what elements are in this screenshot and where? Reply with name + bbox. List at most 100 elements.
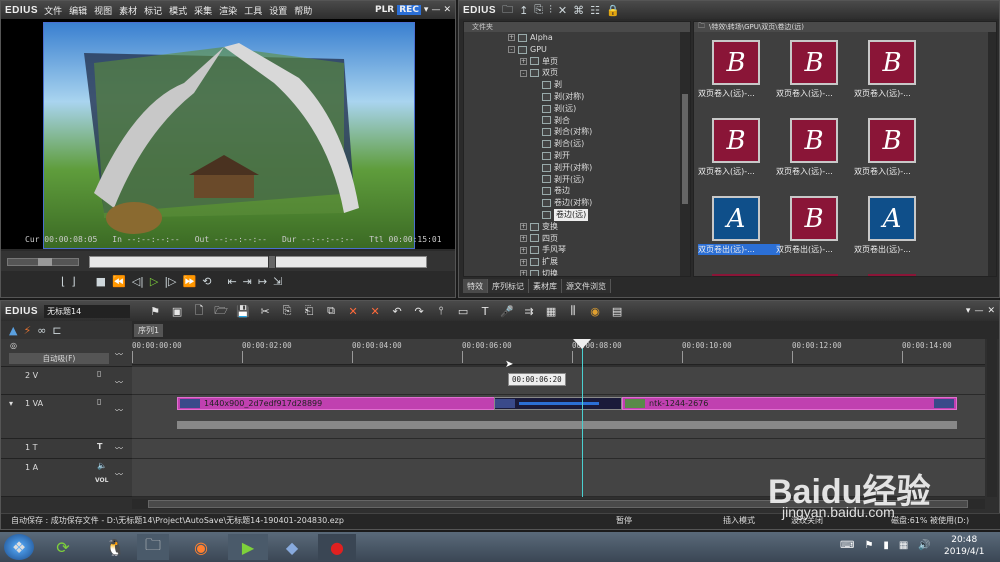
mixer-icon[interactable]: ⫼ (564, 303, 582, 319)
effect-label[interactable]: 双页卷入(远)-... (698, 88, 780, 99)
minimize-icon[interactable]: — (431, 5, 440, 15)
mic-icon[interactable]: 🎤 (498, 303, 516, 319)
tree-item[interactable]: 卷边 (508, 185, 690, 197)
effect-label[interactable]: 双页卷入(远)-... (776, 166, 858, 177)
replace-icon[interactable]: ⧉ (322, 303, 340, 319)
effect-thumbnail-partial[interactable] (868, 274, 916, 276)
rewind-icon[interactable]: ⏪ (112, 275, 126, 288)
up-icon[interactable]: ↥ (519, 4, 528, 17)
edius-icon[interactable]: ▶ (228, 534, 268, 560)
track-body-1va[interactable]: 1440x900_2d7edf917d28899 ntk-1244-2676 (132, 395, 985, 439)
folder-icon[interactable]: 🗀 (502, 1, 513, 20)
tree-item[interactable]: 剥合(对称) (508, 126, 690, 138)
playhead[interactable] (582, 339, 583, 497)
qq-icon[interactable]: 🐧 (100, 534, 130, 560)
insert-to-timeline-icon[interactable]: ⇤ (227, 275, 236, 288)
vol-label[interactable]: VOL (95, 477, 108, 484)
mode-select[interactable]: 自动吸(F) (9, 353, 109, 364)
edius-helper-icon[interactable]: ◆ (274, 534, 310, 560)
expand-icon[interactable]: + (520, 234, 527, 242)
tree-item[interactable]: 卷边(对称) (508, 197, 690, 209)
open-project-icon[interactable]: 🗁 (212, 303, 230, 319)
clock[interactable]: 20:48 2019/4/1 (944, 534, 984, 558)
video-clip-1[interactable]: 1440x900_2d7edf917d28899 (177, 397, 517, 410)
menu-item[interactable]: 视图 (94, 4, 112, 17)
record-icon[interactable]: ● (318, 534, 356, 560)
tree-item[interactable]: - 双页 (508, 67, 690, 79)
tl-close-icon[interactable]: ✕ (987, 306, 995, 316)
export-menu-icon[interactable]: ▤ (608, 303, 626, 319)
new-project-icon[interactable]: 🗋 (190, 303, 208, 319)
tree-item[interactable]: + 四页 (508, 233, 690, 245)
menu-item[interactable]: 渲染 (219, 4, 237, 17)
menu-item[interactable]: 文件 (44, 4, 62, 17)
step-back-icon[interactable]: ◁| (132, 275, 144, 288)
start-button-icon[interactable]: ❖ (4, 534, 34, 560)
audio-subtrack[interactable] (177, 421, 957, 429)
volume-icon[interactable]: 🔊 (918, 540, 930, 551)
expand-icon[interactable]: + (520, 57, 527, 65)
new-folder-toolbar-icon[interactable]: ▣ (168, 303, 186, 319)
title-icon[interactable]: T (476, 303, 494, 319)
rec-label[interactable]: REC (397, 5, 421, 15)
view-icon[interactable]: ☷ (590, 4, 600, 17)
effect-thumbnail[interactable]: B (868, 40, 916, 85)
delete-clip-icon[interactable]: ✕ (344, 303, 362, 319)
copy-icon[interactable]: ⎘ (278, 303, 296, 319)
transition-icon[interactable]: ▭ (454, 303, 472, 319)
tl-minimize-icon[interactable]: — (974, 306, 983, 316)
track-video-icon-1va[interactable]: ▯ (97, 397, 101, 406)
effect-thumbnail[interactable]: B (790, 40, 838, 85)
keyboard-icon[interactable]: ⌨ (840, 540, 854, 551)
menu-item[interactable]: 采集 (194, 4, 212, 17)
close-icon[interactable]: ✕ (443, 5, 451, 15)
tree-item[interactable]: 剥合 (508, 115, 690, 127)
tree-item[interactable]: + 切换 (508, 268, 690, 276)
menu-item[interactable]: 编辑 (69, 4, 87, 17)
library-tab[interactable]: 序列标记 (488, 279, 529, 293)
effect-thumbnail[interactable]: B (790, 196, 838, 241)
menu-item[interactable]: 设置 (269, 4, 287, 17)
ripple-delete-icon[interactable]: ✕ (366, 303, 384, 319)
battery-icon[interactable]: ▮ (883, 540, 889, 551)
ripple-status[interactable]: 波纹关闭 (791, 514, 823, 528)
overwrite-icon[interactable]: ⇥ (243, 275, 252, 288)
delete-icon[interactable]: ✕ (558, 4, 567, 17)
app-refresh-icon[interactable]: ⟳ (48, 534, 78, 560)
tree-item[interactable]: 剥(远) (508, 103, 690, 115)
mode-icon[interactable]: ▲ (9, 324, 17, 337)
network-icon[interactable]: ▦ (899, 540, 908, 551)
effect-label[interactable]: 双页卷出(远)-... (776, 244, 858, 255)
tree-item[interactable]: + 变换 (508, 221, 690, 233)
effect-thumbnail[interactable]: B (712, 40, 760, 85)
set-out-icon[interactable]: ⌋ (71, 275, 75, 288)
effect-label[interactable]: 双页卷入(远)-... (698, 166, 780, 177)
lock-icon[interactable]: 🔒 (606, 4, 620, 17)
tree-scrollbar[interactable] (680, 32, 690, 276)
wave-icon[interactable]: 〰 (115, 349, 123, 360)
flag-icon[interactable]: ⚑ (864, 540, 873, 551)
track-wave-icon-1a[interactable]: 〰 (115, 469, 123, 480)
menu-item[interactable]: 工具 (244, 4, 262, 17)
effect-thumbnail[interactable]: A (712, 196, 760, 241)
color-icon[interactable]: ◉ (586, 303, 604, 319)
tree-item[interactable]: - GPU (508, 44, 690, 56)
plr-label[interactable]: PLR (375, 5, 394, 15)
expand-icon[interactable]: + (520, 270, 527, 276)
divider-icon[interactable]: ⫶ (549, 3, 552, 17)
expand-icon[interactable]: + (520, 246, 527, 254)
effect-thumbnail[interactable]: A (868, 196, 916, 241)
trim-icon[interactable]: ↦ (258, 275, 267, 288)
tree-item[interactable]: + 手风琴 (508, 244, 690, 256)
track-body-1t[interactable] (132, 439, 985, 459)
effect-label[interactable]: 双页卷出(远)-... (698, 244, 780, 255)
link-icon[interactable]: ∞ (37, 324, 46, 337)
tree-item[interactable]: 剥 (508, 79, 690, 91)
export-icon[interactable]: ⇲ (273, 275, 282, 288)
firefox-icon[interactable]: ◉ (186, 534, 216, 560)
loop-icon[interactable]: ⟲ (202, 275, 211, 288)
ruler[interactable]: 00:00:00:00 00:00:02:00 00:00:04:00 00:00:0… (132, 339, 985, 365)
speaker-icon[interactable]: 🔈 (97, 461, 107, 470)
tl-dropdown-icon[interactable]: ▾ (966, 306, 971, 316)
menu-item[interactable]: 帮助 (294, 4, 312, 17)
